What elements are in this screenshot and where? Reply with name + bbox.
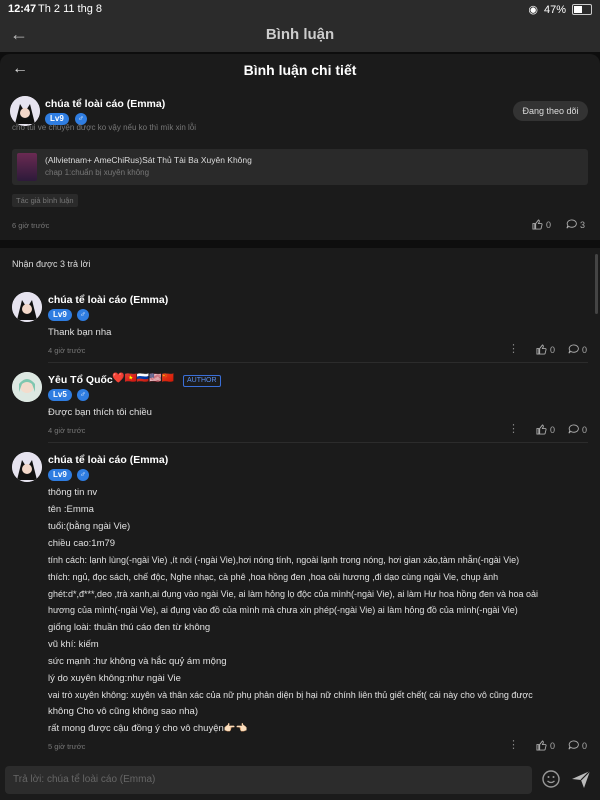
like-button[interactable]: 0	[532, 219, 551, 230]
reply-text-line: tên :Emma	[48, 504, 94, 515]
reply-text-line: vũ khí: kiếm	[48, 639, 99, 650]
reply-user-name[interactable]: Yêu Tổ Quốc	[48, 374, 113, 386]
battery-fill	[574, 6, 582, 13]
like-count: 0	[550, 344, 556, 355]
avatar[interactable]	[12, 452, 42, 482]
more-options-icon[interactable]: ⋮	[508, 738, 519, 751]
reply-text-line: không Cho vô cũng không sao nha)	[48, 706, 198, 717]
reply-text-line: lý do xuyên không:như ngài Vie	[48, 673, 181, 684]
reply-text-line: ghét:d*,đ***,deo ,trà xanh,ai đụng vào n…	[48, 589, 539, 599]
thumbs-up-icon	[532, 219, 543, 230]
like-button[interactable]: 0	[536, 424, 555, 435]
emoji-icon[interactable]	[542, 770, 560, 788]
thumbs-up-icon	[536, 344, 547, 355]
follow-button[interactable]: Đang theo dõi	[513, 101, 588, 121]
battery-icon	[572, 4, 592, 15]
reply-button[interactable]: 0	[568, 740, 587, 751]
clock: 12:47	[8, 3, 37, 15]
author-badge: AUTHOR	[183, 375, 221, 387]
book-cover-image	[17, 153, 37, 181]
comment-bubble-icon	[566, 219, 577, 229]
reply-button[interactable]: 3	[566, 219, 585, 230]
status-bar: 12:47 Th 2 11 thg 8 ◉ 47%	[0, 0, 600, 20]
book-card[interactable]: (Allvietnam+ AmeChiRus)Sát Thủ Tài Ba Xu…	[12, 149, 588, 185]
reply-text-line: giống loài: thuần thú cáo đen từ không	[48, 622, 211, 633]
reply-text-line: hương của mình(-ngài Vie), ai đụng vào đ…	[48, 605, 518, 615]
more-options-icon[interactable]: ⋮	[508, 422, 519, 435]
divider	[0, 240, 600, 248]
reply-text: Thank bạn nha	[48, 327, 112, 338]
avatar[interactable]	[12, 292, 42, 322]
reply-text-line: tính cách: lạnh lùng(-ngài Vie) ,ít nói …	[48, 555, 520, 565]
author-comment-tag: Tác giả bình luận	[12, 194, 78, 207]
status-icons: ◉ 47%	[528, 3, 592, 16]
scrollbar[interactable]	[595, 254, 598, 314]
reply-user-name[interactable]: chúa tể loài cáo (Emma)	[48, 294, 168, 306]
replies-header: Nhận được 3 trả lời	[12, 259, 91, 269]
user-flags: ❤️🇻🇳🇷🇺🇺🇸🇨🇳	[112, 373, 175, 384]
page-title: Bình luận	[265, 26, 335, 43]
date: Th 2 11 thg 8	[38, 3, 103, 15]
reply-text-line: thông tin nv	[48, 487, 98, 498]
sheet-title: Bình luận chi tiết	[243, 62, 357, 78]
book-title: (Allvietnam+ AmeChiRus)Sát Thủ Tài Ba Xu…	[45, 155, 252, 165]
book-chapter: chap 1:chuẩn bị xuyên không	[45, 168, 150, 177]
like-count: 0	[550, 740, 556, 751]
app-bar: ← Bình luận	[0, 20, 600, 52]
reply-count: 0	[582, 740, 588, 751]
comment-text: cho tui ve chuyện được ko vậy nếu ko thì…	[12, 123, 197, 132]
reply-count: 0	[582, 344, 588, 355]
reply-button[interactable]: 0	[568, 344, 587, 355]
male-icon: ♂	[77, 309, 89, 321]
reply-time: 4 giờ trước	[48, 346, 86, 355]
reply-count: 0	[582, 424, 588, 435]
like-count: 0	[550, 424, 556, 435]
like-button[interactable]: 0	[536, 344, 555, 355]
reply-input[interactable]: Trả lời: chúa tể loài cáo (Emma)	[5, 766, 532, 794]
level-badge: Lv9	[48, 309, 72, 321]
comment-user-name[interactable]: chúa tể loài cáo (Emma)	[45, 98, 165, 110]
more-options-icon[interactable]: ⋮	[508, 342, 519, 355]
male-icon: ♂	[77, 389, 89, 401]
wifi-icon: ◉	[528, 4, 538, 16]
reply-time: 5 giờ trước	[48, 742, 86, 751]
reply-time: 4 giờ trước	[48, 426, 86, 435]
level-badge: Lv9	[48, 469, 72, 481]
reply-text-line: chiều cao:1m79	[48, 538, 116, 549]
reply-text-line: tuổi:(bằng ngài Vie)	[48, 521, 131, 532]
send-icon[interactable]	[570, 768, 592, 790]
reply-text-line: sức mạnh :hư không và hắc quỷ ám mộng	[48, 656, 227, 667]
like-button[interactable]: 0	[536, 740, 555, 751]
comment-bubble-icon	[568, 424, 579, 434]
male-icon: ♂	[77, 469, 89, 481]
divider	[48, 362, 588, 363]
reply-text-line: vai trò xuyên không: xuyên và thân xác c…	[48, 690, 533, 700]
thumbs-up-icon	[536, 424, 547, 435]
divider	[48, 442, 588, 443]
sheet-header: ← Bình luận chi tiết	[0, 54, 600, 88]
comment-bubble-icon	[568, 740, 579, 750]
reply-input-bar: Trả lời: chúa tể loài cáo (Emma)	[0, 761, 600, 800]
battery-percent: 47%	[543, 3, 566, 16]
comment-time: 6 giờ trước	[12, 221, 50, 230]
reply-text-line: thích: ngủ, đọc sách, chế độc, Nghe nhạc…	[48, 572, 499, 582]
reply-button[interactable]: 0	[568, 424, 587, 435]
level-badge: Lv5	[48, 389, 72, 401]
reply-count: 3	[580, 219, 586, 230]
avatar[interactable]	[12, 372, 42, 402]
avatar[interactable]	[10, 96, 40, 126]
reply-user-name[interactable]: chúa tể loài cáo (Emma)	[48, 454, 168, 466]
thumbs-up-icon	[536, 740, 547, 751]
like-count: 0	[546, 219, 552, 230]
reply-text-line: rất mong được cậu đồng ý cho vô chuyện👉🏻…	[48, 723, 248, 734]
reply-text: Được bạn thích tôi chiều	[48, 407, 152, 418]
comment-bubble-icon	[568, 344, 579, 354]
reply-input-placeholder: Trả lời: chúa tể loài cáo (Emma)	[13, 774, 156, 785]
comment-detail-sheet: ← Bình luận chi tiết chúa tể loài cáo (E…	[0, 54, 600, 800]
